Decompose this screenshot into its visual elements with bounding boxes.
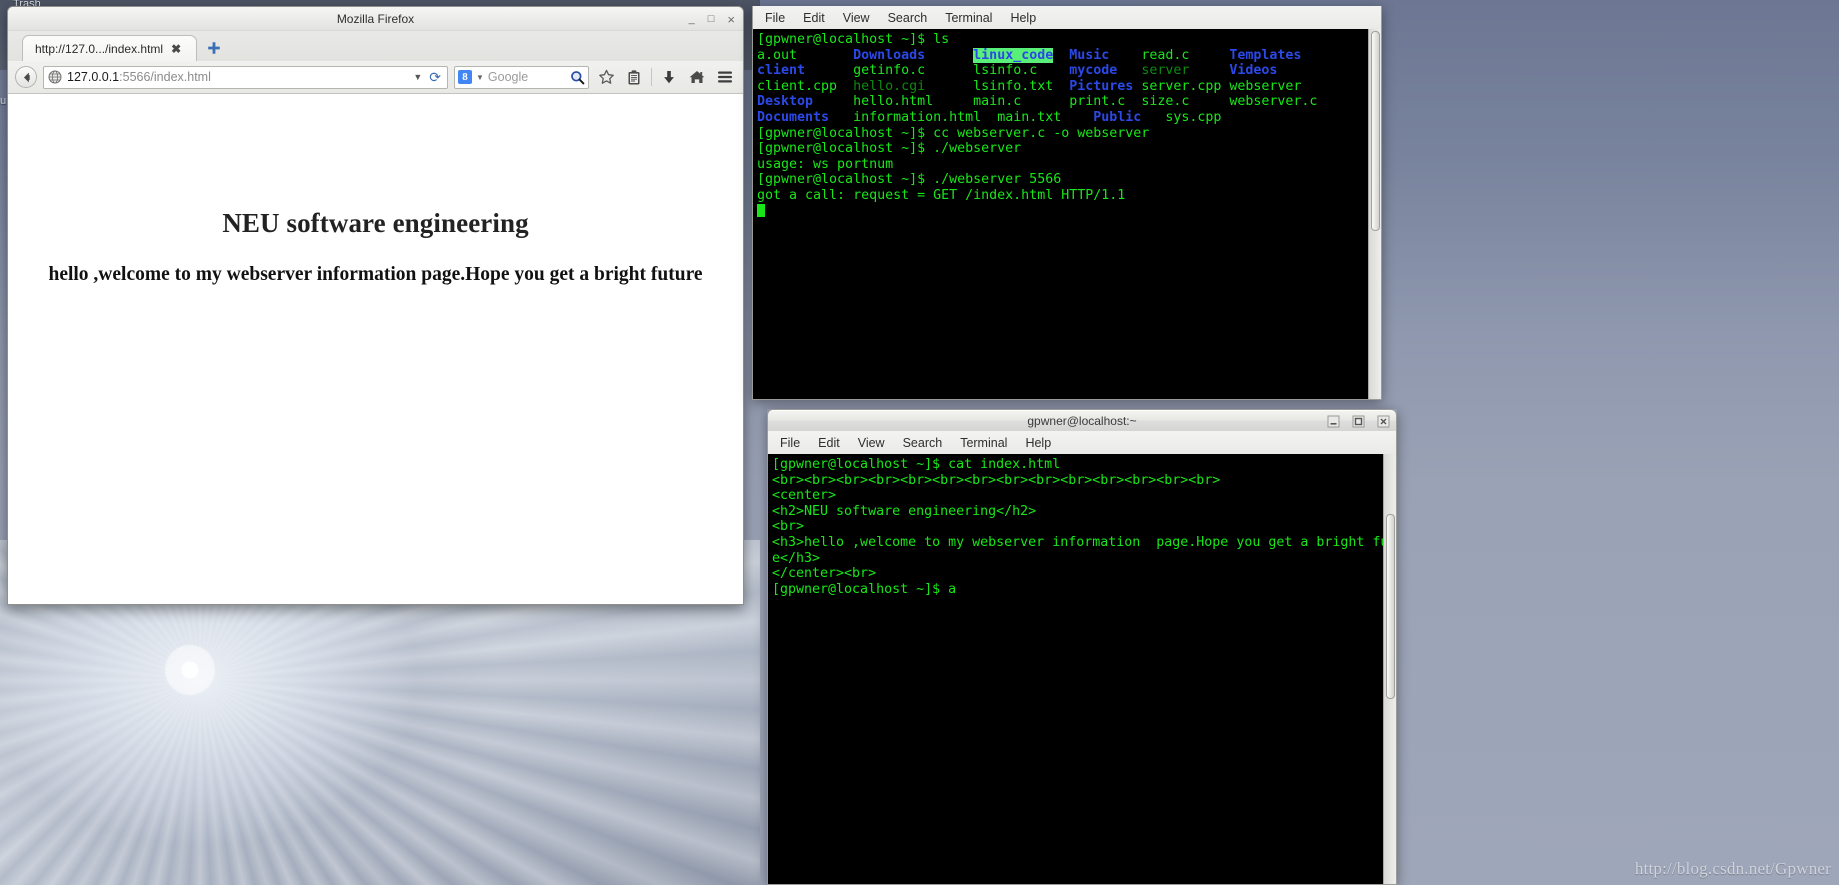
- watermark-text: http://blog.csdn.net/Gpwner: [1634, 859, 1831, 878]
- terminal2-screen[interactable]: [gpwner@localhost ~]$ cat index.html <br>…: [767, 454, 1397, 885]
- page-heading: NEU software engineering: [222, 208, 529, 238]
- clipboard-icon: [628, 69, 640, 84]
- desktop-icon-secondary-label[interactable]: u: [0, 95, 6, 107]
- terminal-line: <br><br><br><br><br><br><br><br><br><br>…: [772, 472, 1221, 488]
- close-icon[interactable]: ×: [727, 12, 735, 27]
- url-text[interactable]: 127.0.0.1:5566/index.html: [67, 70, 408, 84]
- terminal-line: [gpwner@localhost ~]$ a: [772, 581, 957, 597]
- terminal-line: client getinfo.c lsinfo.c mycode server …: [757, 63, 1278, 79]
- firefox-titlebar[interactable]: Mozilla Firefox _ □ ×: [8, 7, 743, 31]
- minimize-icon[interactable]: _: [689, 13, 695, 25]
- menu-button[interactable]: [714, 66, 736, 88]
- toolbar-separator: [651, 68, 652, 86]
- terminal-line: [gpwner@localhost ~]$ ./webserver: [757, 141, 1022, 157]
- firefox-navigation-toolbar[interactable]: 127.0.0.1:5566/index.html ▼ ⟳ 8 ▼ Google: [8, 61, 743, 94]
- terminal2-menubar[interactable]: File Edit View Search Terminal Help: [767, 431, 1397, 454]
- url-host: 127.0.0.1: [67, 70, 120, 84]
- terminal-line: [gpwner@localhost ~]$ ls: [757, 32, 950, 47]
- url-path: :5566/index.html: [119, 70, 211, 84]
- terminal-line: </center><br>: [772, 566, 877, 582]
- downloads-button[interactable]: [658, 66, 680, 88]
- menu-terminal[interactable]: Terminal: [960, 436, 1007, 450]
- browser-tab[interactable]: http://127.0.../index.html ✖: [22, 35, 197, 61]
- menu-help[interactable]: Help: [1010, 11, 1036, 25]
- reader-mode-button[interactable]: [623, 66, 645, 88]
- star-icon: [598, 69, 614, 84]
- plus-icon: [208, 42, 220, 54]
- terminal1-screen[interactable]: [gpwner@localhost ~]$ ls a.out Downloads …: [752, 29, 1382, 400]
- menu-edit[interactable]: Edit: [803, 11, 825, 25]
- home-icon: [689, 70, 705, 83]
- terminal1-scrollbar-thumb[interactable]: [1371, 31, 1380, 231]
- terminal1-scrollbar[interactable]: [1368, 29, 1381, 399]
- menu-file[interactable]: File: [780, 436, 800, 450]
- terminal-line: [gpwner@localhost ~]$ ./webserver 5566: [757, 172, 1062, 188]
- firefox-tabbar[interactable]: http://127.0.../index.html ✖: [8, 31, 743, 61]
- terminal-line: Desktop hello.html main.c print.c size.c…: [757, 94, 1318, 110]
- menu-terminal[interactable]: Terminal: [945, 11, 992, 25]
- firefox-window[interactable]: Mozilla Firefox _ □ × http://127.0.../in…: [7, 6, 744, 605]
- menu-search[interactable]: Search: [888, 11, 928, 25]
- menu-file[interactable]: File: [765, 11, 785, 25]
- google-icon[interactable]: 8: [458, 70, 472, 84]
- reload-icon[interactable]: ⟳: [427, 69, 443, 86]
- bookmark-button[interactable]: [595, 66, 617, 88]
- url-bar[interactable]: 127.0.0.1:5566/index.html ▼ ⟳: [43, 65, 448, 89]
- terminal-window-2[interactable]: gpwner@localhost:~ File Edit View Search…: [767, 409, 1397, 885]
- menu-edit[interactable]: Edit: [818, 436, 840, 450]
- back-button[interactable]: [15, 66, 37, 88]
- minimize-icon[interactable]: [1327, 415, 1340, 428]
- terminal1-output: [gpwner@localhost ~]$ ls a.out Downloads …: [753, 29, 1381, 219]
- new-tab-button[interactable]: [201, 35, 227, 61]
- menu-view[interactable]: View: [858, 436, 885, 450]
- firefox-window-controls[interactable]: _ □ ×: [689, 7, 735, 31]
- terminal2-window-controls[interactable]: [1327, 410, 1390, 432]
- terminal-line: <br>: [772, 519, 805, 535]
- arrow-left-icon: [23, 72, 30, 82]
- terminal-line: <center>: [772, 488, 837, 504]
- menu-search[interactable]: Search: [903, 436, 943, 450]
- tab-close-icon[interactable]: ✖: [171, 43, 181, 55]
- close-icon[interactable]: [1377, 415, 1390, 428]
- menu-view[interactable]: View: [843, 11, 870, 25]
- firefox-window-title: Mozilla Firefox: [336, 11, 415, 26]
- search-input[interactable]: Google: [488, 70, 566, 84]
- maximize-icon[interactable]: □: [708, 13, 715, 25]
- browser-tab-label: http://127.0.../index.html: [35, 41, 164, 56]
- terminal-line: usage: ws portnum: [757, 156, 894, 172]
- terminal-line: <h3>hello ,welcome to my webserver infor…: [772, 534, 1397, 550]
- download-arrow-icon: [664, 70, 674, 83]
- menu-help[interactable]: Help: [1025, 436, 1051, 450]
- terminal2-window-title: gpwner@localhost:~: [1027, 413, 1137, 428]
- search-icon[interactable]: [570, 70, 585, 85]
- terminal-line: Documents information.html main.txt Publ…: [757, 109, 1222, 125]
- page-content: NEU software engineering hello ,welcome …: [8, 94, 743, 287]
- search-bar[interactable]: 8 ▼ Google: [454, 65, 589, 89]
- hamburger-menu-icon: [718, 71, 732, 83]
- terminal2-scrollbar[interactable]: [1383, 454, 1396, 884]
- terminal-line: [gpwner@localhost ~]$ cc webserver.c -o …: [757, 125, 1150, 141]
- terminal-line: [gpwner@localhost ~]$ cat index.html: [772, 457, 1061, 472]
- terminal-line: got a call: request = GET /index.html HT…: [757, 187, 1126, 203]
- terminal-line: client.cpp hello.cgi lsinfo.txt Pictures…: [757, 78, 1302, 94]
- terminal-cursor: [757, 203, 1381, 220]
- web-page-viewport[interactable]: NEU software engineering hello ,welcome …: [8, 94, 743, 604]
- home-button[interactable]: [686, 66, 708, 88]
- terminal2-scrollbar-thumb[interactable]: [1386, 514, 1395, 699]
- globe-icon: [48, 70, 62, 84]
- terminal-line: a.out Downloads linux_code Music read.c …: [757, 47, 1302, 63]
- terminal-window-1[interactable]: File Edit View Search Terminal Help [gpw…: [752, 6, 1382, 400]
- maximize-icon[interactable]: [1352, 415, 1365, 428]
- terminal-line: <h2>NEU software engineering</h2>: [772, 503, 1037, 519]
- page-subheading: hello ,welcome to my webserver informati…: [48, 264, 703, 285]
- url-dropdown-icon[interactable]: ▼: [413, 72, 422, 82]
- terminal1-menubar[interactable]: File Edit View Search Terminal Help: [752, 6, 1382, 29]
- terminal-line: e</h3>: [772, 550, 821, 566]
- search-engine-caret-icon[interactable]: ▼: [476, 73, 484, 82]
- terminal2-titlebar[interactable]: gpwner@localhost:~: [767, 409, 1397, 431]
- terminal2-output: [gpwner@localhost ~]$ cat index.html <br>…: [768, 454, 1396, 597]
